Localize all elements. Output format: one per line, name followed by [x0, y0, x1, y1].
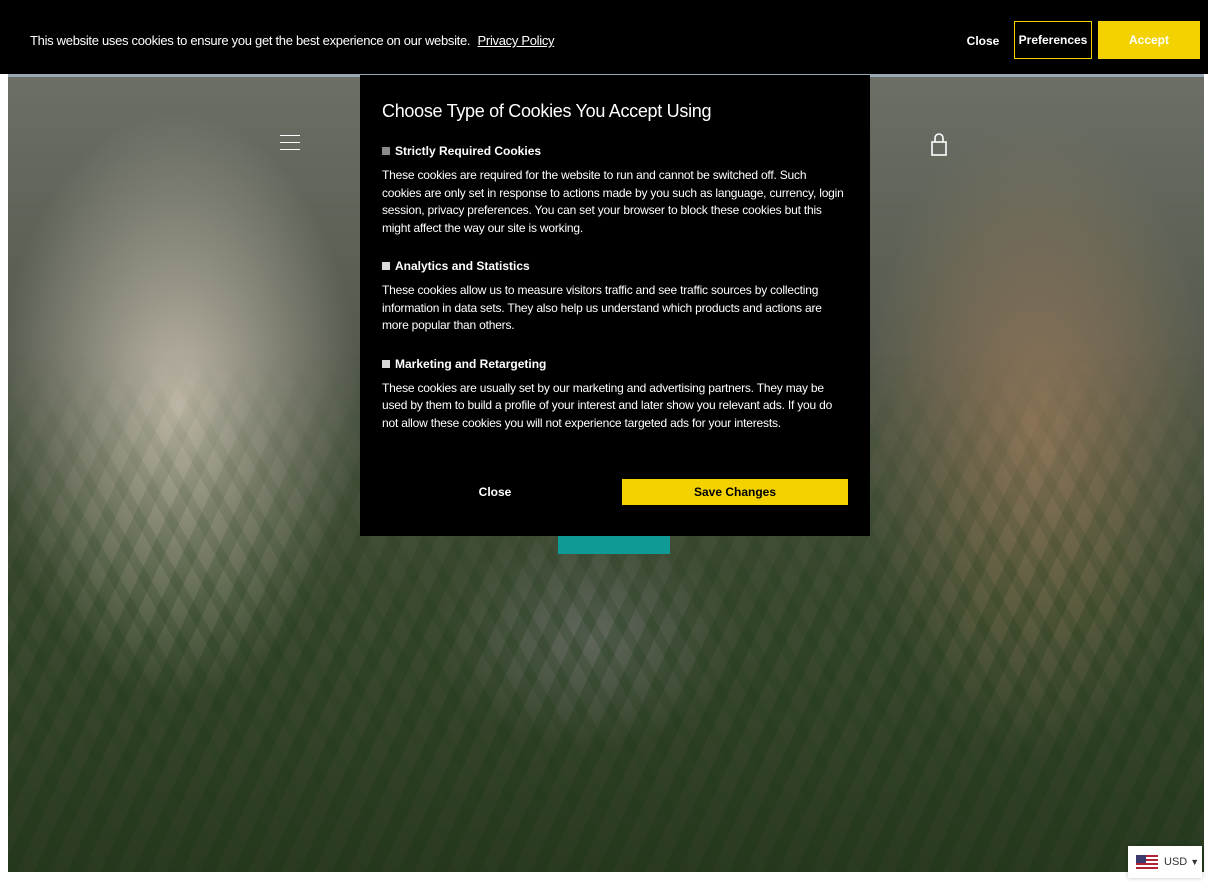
cookie-option-marketing: Marketing and Retargeting These cookies … — [382, 357, 848, 433]
currency-code: USD — [1164, 856, 1188, 868]
strictly-required-checkbox — [382, 147, 390, 155]
analytics-checkbox[interactable] — [382, 262, 390, 270]
cookie-message: This website uses cookies to ensure you … — [30, 33, 555, 48]
modal-close-button[interactable]: Close — [382, 479, 608, 505]
cookie-message-text: This website uses cookies to ensure you … — [30, 33, 471, 48]
option-label: Marketing and Retargeting — [395, 356, 547, 371]
save-changes-button[interactable]: Save Changes — [622, 479, 848, 505]
cookie-bar: This website uses cookies to ensure you … — [0, 0, 1208, 74]
currency-switcher[interactable]: USD ▼ — [1128, 846, 1202, 878]
modal-actions: Close Save Changes — [382, 479, 848, 505]
chevron-down-icon: ▼ — [1190, 857, 1200, 867]
cookie-preferences-modal: Choose Type of Cookies You Accept Using … — [360, 75, 870, 536]
option-label: Analytics and Statistics — [395, 259, 530, 273]
option-description: These cookies are required for the websi… — [382, 168, 844, 235]
marketing-checkbox[interactable] — [382, 359, 390, 368]
cookie-bar-close-button[interactable]: Close — [960, 25, 1006, 57]
menu-icon[interactable] — [280, 135, 300, 151]
option-label: Strictly Required Cookies — [395, 144, 542, 158]
shopping-bag-icon[interactable] — [930, 133, 948, 157]
cookie-accept-button[interactable]: Accept — [1098, 21, 1200, 59]
cookie-option-strictly-required: Strictly Required Cookies These cookies … — [382, 144, 848, 237]
option-description: These cookies are usually set by our mar… — [382, 380, 833, 430]
cookie-preferences-button[interactable]: Preferences — [1014, 21, 1092, 59]
cookie-option-analytics: Analytics and Statistics These cookies a… — [382, 259, 848, 335]
modal-title: Choose Type of Cookies You Accept Using — [382, 101, 712, 121]
option-description: These cookies allow us to measure visito… — [382, 283, 822, 332]
us-flag-icon — [1136, 855, 1158, 869]
privacy-policy-link[interactable]: Privacy Policy — [478, 33, 555, 48]
